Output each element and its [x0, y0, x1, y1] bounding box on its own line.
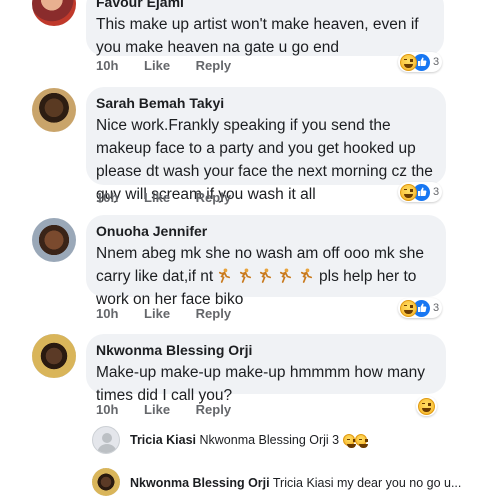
running-person-icon	[239, 268, 251, 283]
comment-actions: 10h Like Reply	[96, 306, 253, 321]
comment-bubble: Nkwonma Blessing Orji Make-up make-up ma…	[86, 334, 446, 404]
running-person-icon	[280, 268, 292, 283]
running-person-icon	[260, 268, 272, 283]
haha-icon	[400, 299, 417, 317]
reply-button[interactable]: Reply	[196, 58, 231, 73]
reply-text: Tricia Kiasi Nkwonma Blessing Orji 3	[130, 433, 368, 448]
avatar[interactable]	[32, 0, 76, 26]
reply-author[interactable]: Nkwonma Blessing Orji	[130, 476, 270, 490]
like-button[interactable]: Like	[144, 402, 170, 417]
comment-text: Nnem abeg mk she no wash am off ooo mk s…	[96, 242, 434, 311]
comment-actions: 10h Like Reply	[96, 58, 253, 73]
comment-text: This make up artist won't make heaven, e…	[96, 16, 419, 56]
reaction-count: 3	[433, 186, 440, 198]
laughing-icon	[342, 434, 356, 448]
haha-icon	[400, 183, 417, 201]
comment-time[interactable]: 10h	[96, 58, 118, 73]
comment-actions: 10h Like Reply	[96, 190, 253, 205]
reaction-summary[interactable]	[416, 396, 437, 416]
reaction-count: 3	[433, 302, 440, 314]
comment-bubble: Onuoha Jennifer Nnem abeg mk she no wash…	[86, 215, 446, 308]
reply-body: Nkwonma Blessing Orji 3	[199, 433, 340, 447]
reaction-summary[interactable]: 3	[398, 298, 443, 318]
haha-icon	[418, 397, 435, 415]
comment-actions: 10h Like Reply	[96, 402, 253, 417]
avatar[interactable]	[32, 334, 76, 378]
avatar[interactable]	[92, 468, 120, 496]
comment-author[interactable]: Sarah Bemah Takyi	[96, 94, 434, 112]
avatar[interactable]	[92, 426, 120, 454]
comment-bubble: Favour Ejami This make up artist won't m…	[86, 0, 444, 56]
comment-bubble: Sarah Bemah Takyi Nice work.Frankly spea…	[86, 87, 446, 203]
comment-time[interactable]: 10h	[96, 402, 118, 417]
comment-text: Make-up make-up make-up hmmmm how many t…	[96, 364, 426, 404]
reply-button[interactable]: Reply	[196, 402, 231, 417]
reply-body: Tricia Kiasi my dear you no go u...	[272, 476, 462, 490]
reply-author[interactable]: Tricia Kiasi	[130, 433, 196, 447]
like-button[interactable]: Like	[144, 58, 170, 73]
comment-time[interactable]: 10h	[96, 190, 118, 205]
running-person-icon	[300, 268, 312, 283]
reply-text: Nkwonma Blessing Orji Tricia Kiasi my de…	[130, 476, 461, 490]
reply-button[interactable]: Reply	[196, 306, 231, 321]
comment-author[interactable]: Nkwonma Blessing Orji	[96, 341, 434, 359]
reaction-count: 3	[433, 56, 440, 68]
default-avatar-icon	[97, 433, 117, 453]
comment-author[interactable]: Onuoha Jennifer	[96, 222, 434, 240]
comment-author[interactable]: Favour Ejami	[96, 0, 432, 11]
haha-icon	[400, 53, 417, 71]
avatar[interactable]	[32, 218, 76, 262]
running-emoji-group	[217, 268, 319, 285]
reaction-summary[interactable]: 3	[398, 182, 443, 202]
reply-button[interactable]: Reply	[196, 190, 231, 205]
avatar[interactable]	[32, 88, 76, 132]
comment-time[interactable]: 10h	[96, 306, 118, 321]
like-button[interactable]: Like	[144, 306, 170, 321]
like-button[interactable]: Like	[144, 190, 170, 205]
running-person-icon	[219, 268, 231, 283]
reaction-summary[interactable]: 3	[398, 52, 443, 72]
laughing-icon	[354, 434, 368, 448]
